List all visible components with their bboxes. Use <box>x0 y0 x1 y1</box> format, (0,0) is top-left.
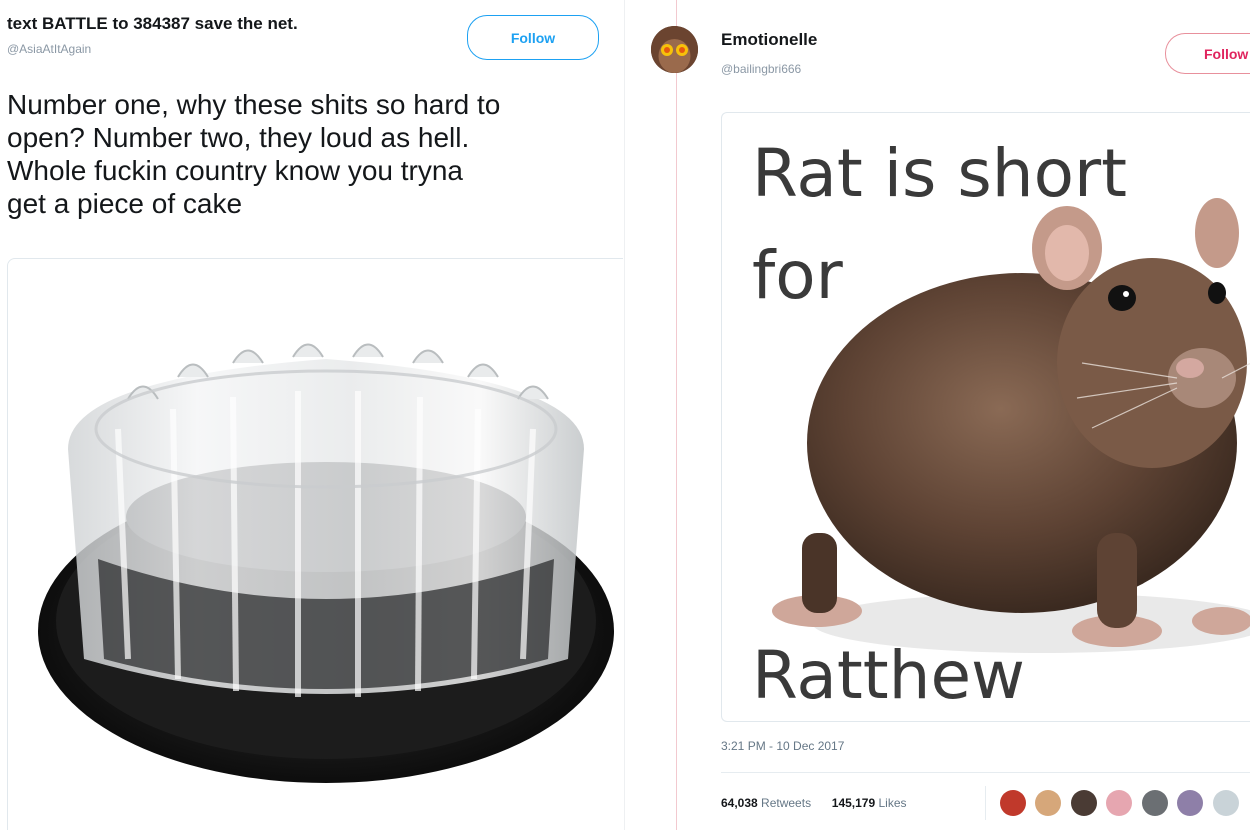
liker-avatar[interactable] <box>1106 790 1133 816</box>
left-tweet-line: Whole fuckin country know you tryna <box>7 155 463 186</box>
tweet-thread-line <box>676 0 677 830</box>
left-tweet-line: get a piece of cake <box>7 188 243 219</box>
retweets-label[interactable]: Retweets <box>761 796 811 810</box>
rat-image[interactable]: Rat is short for Ratthew <box>721 112 1250 722</box>
liker-avatar[interactable] <box>1177 790 1204 816</box>
liker-avatar[interactable] <box>1070 790 1097 816</box>
meme-text-line3: Ratthew <box>752 637 1026 714</box>
left-tweet-line: Number one, why these shits so hard to <box>7 89 501 120</box>
left-follow-button[interactable]: Follow <box>467 15 599 60</box>
likes-label[interactable]: Likes <box>879 796 907 810</box>
tweet-timestamp[interactable]: 3:21 PM - 10 Dec 2017 <box>721 739 844 753</box>
likes-count[interactable]: 145,179 <box>832 796 875 810</box>
meme-text-line2: for <box>752 237 843 314</box>
left-handle[interactable]: @AsiaAtItAgain <box>7 42 91 56</box>
likers-avatars <box>1000 790 1244 818</box>
meme-text-line1: Rat is short <box>752 135 1128 212</box>
left-tweet-text: Number one, why these shits so hard to o… <box>7 88 621 220</box>
right-handle[interactable]: @bailingbri666 <box>721 62 801 76</box>
left-display-name[interactable]: text BATTLE to 384387 save the net. <box>7 14 298 34</box>
cake-container-illustration <box>38 343 614 783</box>
liker-avatar[interactable] <box>1212 790 1239 816</box>
avatar-icon[interactable] <box>651 26 698 73</box>
cake-container-image[interactable] <box>7 258 623 830</box>
tweet-stats: 64,038 Retweets 145,179 Likes <box>721 796 907 810</box>
right-display-name[interactable]: Emotionelle <box>721 30 817 50</box>
panel-divider <box>624 0 636 830</box>
avatar-illustration <box>651 26 698 73</box>
right-follow-button[interactable]: Follow <box>1165 33 1250 74</box>
left-tweet-line: open? Number two, they loud as hell. <box>7 122 470 153</box>
stats-divider <box>721 772 1250 773</box>
liker-avatar[interactable] <box>1000 790 1026 816</box>
retweets-count[interactable]: 64,038 <box>721 796 758 810</box>
left-tweet-card: text BATTLE to 384387 save the net. @Asi… <box>0 0 623 830</box>
liker-avatar[interactable] <box>1141 790 1168 816</box>
liker-avatar[interactable] <box>1035 790 1062 816</box>
stats-vertical-divider <box>985 786 986 820</box>
